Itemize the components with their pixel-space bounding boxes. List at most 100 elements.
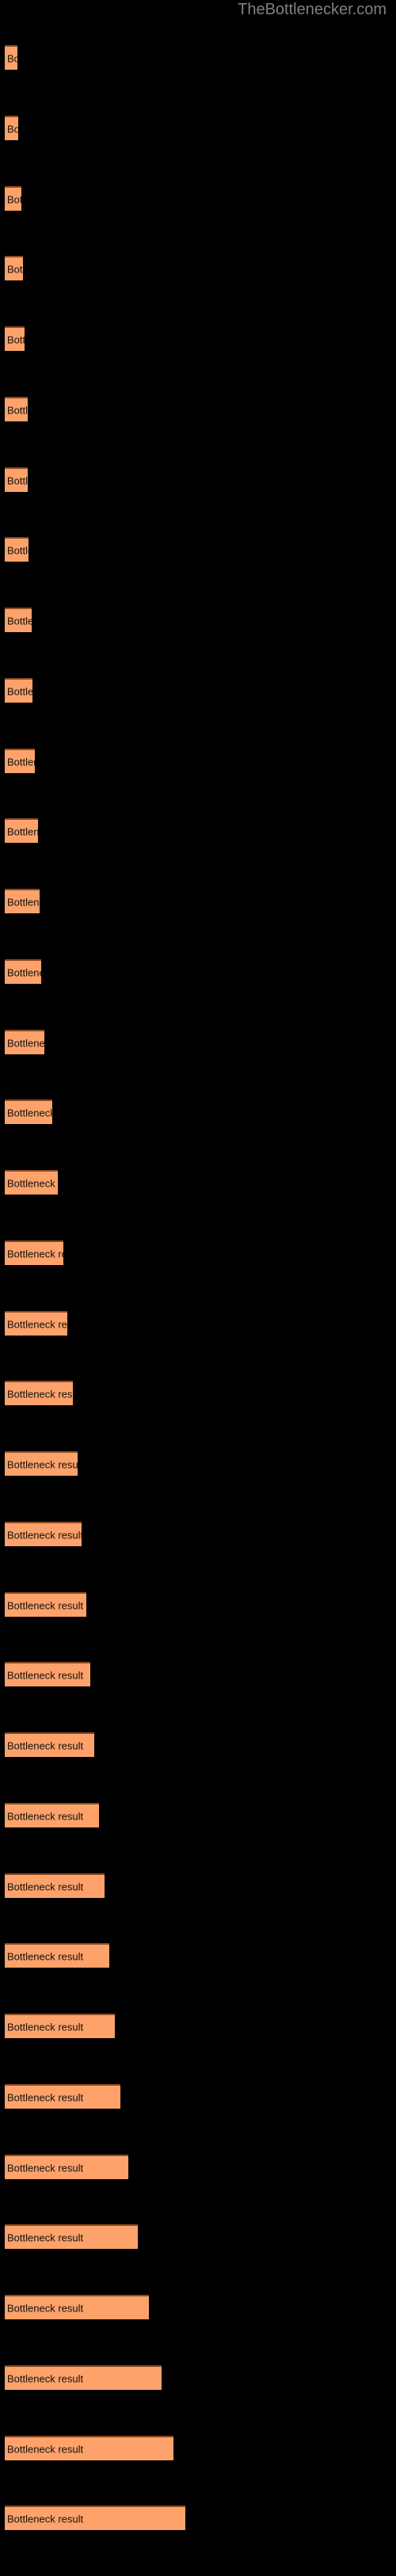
bar-label: Bottleneck result (7, 896, 40, 908)
chart-bar[interactable]: Bottleneck result (5, 537, 29, 562)
bar-row: Bottleneck result (0, 1943, 396, 2014)
bar-label: Bottleneck result (7, 404, 28, 416)
bar-row: Bottleneck result (0, 116, 396, 186)
bar-label: Bottleneck result (7, 1810, 84, 1822)
bar-label: Bottleneck result (7, 1388, 73, 1400)
chart-bar[interactable]: Bottleneck result (5, 2014, 115, 2038)
chart-bar[interactable]: Bottleneck result (5, 889, 40, 913)
bar-row: Bottleneck result (0, 2084, 396, 2155)
bar-label: Bottleneck result (7, 1529, 82, 1541)
bar-label: Bottleneck result (7, 1881, 84, 1892)
chart-bar[interactable]: Bottleneck result (5, 2436, 173, 2460)
chart-bar[interactable]: Bottleneck result (5, 1381, 73, 1405)
chart-bar[interactable]: Bottleneck result (5, 959, 41, 984)
chart-bar[interactable]: Bottleneck result (5, 1592, 86, 1617)
bar-label: Bottleneck result (7, 333, 25, 345)
chart-bar[interactable]: Bottleneck result (5, 1522, 82, 1546)
chart-bar[interactable]: Bottleneck result (5, 678, 32, 703)
chart-bar[interactable]: Bottleneck result (5, 467, 28, 492)
bar-row: Bottleneck result (0, 2295, 396, 2365)
bar-row: Bottleneck result (0, 1522, 396, 1592)
bar-row: Bottleneck result (0, 467, 396, 538)
bar-row: Bottleneck result (0, 608, 396, 678)
bar-row: Bottleneck result (0, 2224, 396, 2295)
bar-row: Bottleneck result (0, 1311, 396, 1381)
bar-row: Bottleneck result (0, 1099, 396, 1170)
bar-row: Bottleneck result (0, 2436, 396, 2506)
bar-row: Bottleneck result (0, 2365, 396, 2436)
chart-bar[interactable]: Bottleneck result (5, 1311, 67, 1336)
bar-label: Bottleneck result (7, 825, 38, 837)
bar-label: Bottleneck result (7, 2513, 84, 2525)
bar-row: Bottleneck result (0, 2014, 396, 2084)
bar-label: Bottleneck result (7, 52, 17, 64)
chart-bar[interactable]: Bottleneck result (5, 397, 28, 421)
bar-row: Bottleneck result (0, 1873, 396, 1944)
chart-bar[interactable]: Bottleneck result (5, 116, 18, 140)
bar-row: Bottleneck result (0, 1592, 396, 1663)
bar-row: Bottleneck result (0, 45, 396, 116)
bar-label: Bottleneck result (7, 2372, 84, 2384)
bar-label: Bottleneck result (7, 1037, 44, 1049)
bar-label: Bottleneck result (7, 2443, 84, 2455)
chart-bar[interactable]: Bottleneck result (5, 2506, 185, 2530)
chart-bar[interactable]: Bottleneck result (5, 2084, 120, 2109)
bar-row: Bottleneck result (0, 1030, 396, 1100)
bar-row: Bottleneck result (0, 397, 396, 467)
bar-row: Bottleneck result (0, 1803, 396, 1873)
bar-row: Bottleneck result (0, 1732, 396, 1803)
bar-row: Bottleneck result (0, 749, 396, 819)
bar-row: Bottleneck result (0, 537, 396, 608)
bar-label: Bottleneck result (7, 123, 18, 135)
bar-label: Bottleneck result (7, 1599, 84, 1611)
chart-bar[interactable]: Bottleneck result (5, 2295, 149, 2319)
bar-row: Bottleneck result (0, 2506, 396, 2576)
bar-label: Bottleneck result (7, 1248, 63, 1259)
chart-bar[interactable]: Bottleneck result (5, 1170, 58, 1195)
bar-label: Bottleneck result (7, 193, 21, 205)
bar-label: Bottleneck result (7, 263, 23, 275)
bar-row: Bottleneck result (0, 186, 396, 257)
chart-bar[interactable]: Bottleneck result (5, 1030, 44, 1054)
chart-bar[interactable]: Bottleneck result (5, 1873, 105, 1898)
bottleneck-bar-chart: TheBottlenecker.com Bottleneck resultBot… (0, 0, 396, 2535)
bar-label: Bottleneck result (7, 1107, 52, 1118)
bar-label: Bottleneck result (7, 1950, 84, 1962)
bar-row: Bottleneck result (0, 1662, 396, 1732)
chart-bar[interactable]: Bottleneck result (5, 2155, 128, 2179)
chart-bar[interactable]: Bottleneck result (5, 2224, 138, 2249)
chart-bar[interactable]: Bottleneck result (5, 326, 25, 351)
bar-label: Bottleneck result (7, 1177, 58, 1189)
bar-row: Bottleneck result (0, 1240, 396, 1311)
bar-row: Bottleneck result (0, 1381, 396, 1451)
bar-label: Bottleneck result (7, 1740, 84, 1751)
chart-bar[interactable]: Bottleneck result (5, 1732, 94, 1757)
bar-label: Bottleneck result (7, 1458, 78, 1470)
bar-label: Bottleneck result (7, 615, 32, 627)
chart-bar[interactable]: Bottleneck result (5, 2365, 162, 2390)
chart-bar[interactable]: Bottleneck result (5, 1240, 63, 1265)
bar-row: Bottleneck result (0, 889, 396, 959)
bar-row: Bottleneck result (0, 1170, 396, 1240)
bar-label: Bottleneck result (7, 1318, 67, 1330)
chart-bar[interactable]: Bottleneck result (5, 186, 21, 211)
bar-label: Bottleneck result (7, 756, 35, 768)
chart-bar[interactable]: Bottleneck result (5, 1451, 78, 1476)
chart-bar[interactable]: Bottleneck result (5, 1099, 52, 1124)
bar-label: Bottleneck result (7, 685, 32, 697)
chart-bar[interactable]: Bottleneck result (5, 1662, 90, 1686)
bar-label: Bottleneck result (7, 2091, 84, 2103)
chart-bar[interactable]: Bottleneck result (5, 1943, 109, 1968)
chart-bar[interactable]: Bottleneck result (5, 45, 17, 70)
chart-plot-area: Bottleneck result Bottleneck result Bottle… (0, 0, 396, 2535)
bar-label: Bottleneck result (7, 966, 41, 978)
bar-row: Bottleneck result (0, 326, 396, 397)
chart-bar[interactable]: Bottleneck result (5, 749, 35, 773)
chart-bar[interactable]: Bottleneck result (5, 256, 23, 280)
bar-label: Bottleneck result (7, 2021, 84, 2033)
bar-row: Bottleneck result (0, 1451, 396, 1522)
bar-row: Bottleneck result (0, 818, 396, 889)
chart-bar[interactable]: Bottleneck result (5, 1803, 99, 1827)
chart-bar[interactable]: Bottleneck result (5, 818, 38, 843)
chart-bar[interactable]: Bottleneck result (5, 608, 32, 632)
